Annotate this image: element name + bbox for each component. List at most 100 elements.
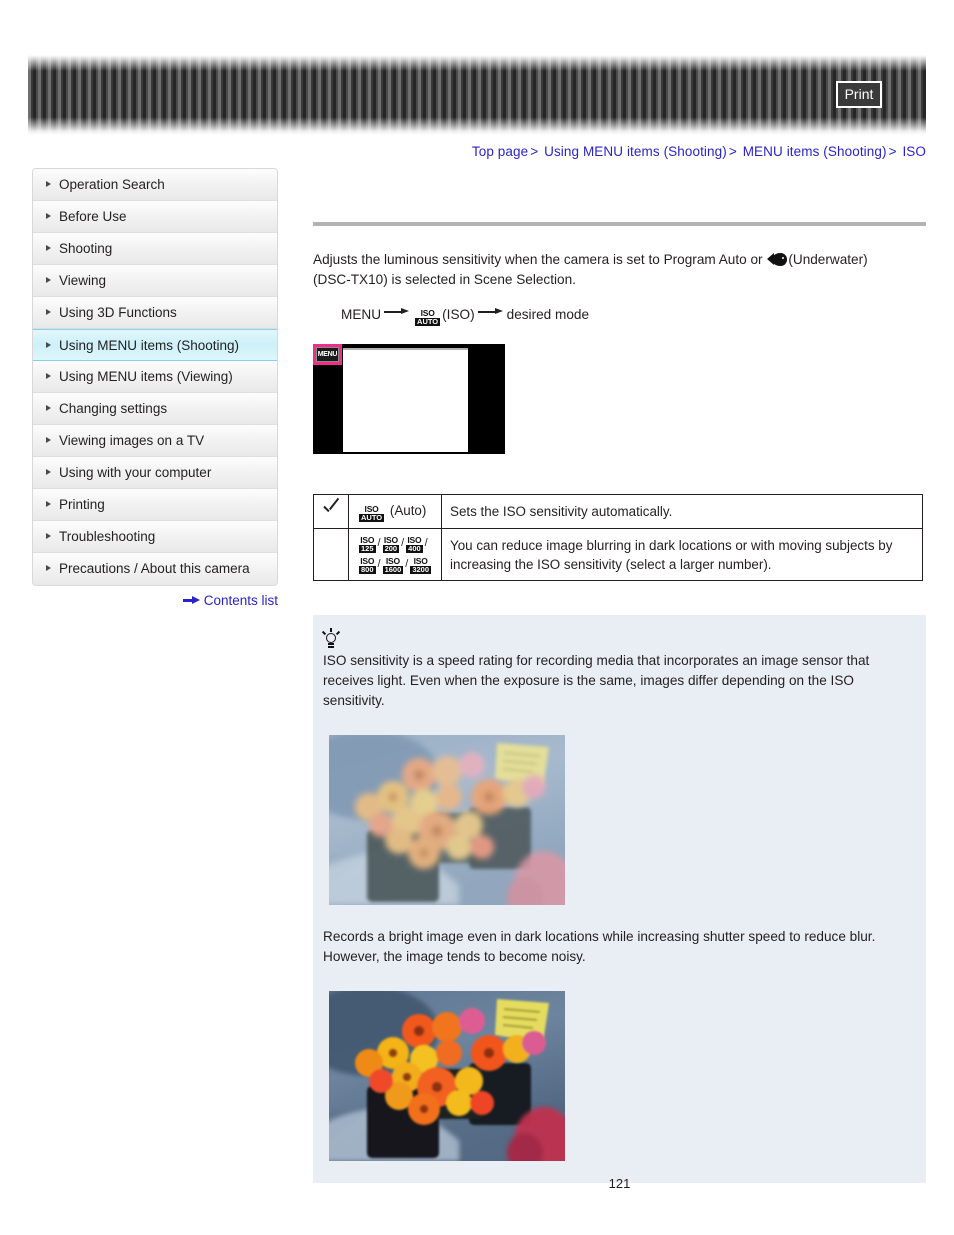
sidebar-item-shooting[interactable]: Shooting <box>33 233 277 265</box>
sidebar-item-label: Troubleshooting <box>59 529 156 544</box>
iso-badge-bottom: AUTO <box>359 513 385 522</box>
iso-badge-bottom: 125 <box>359 544 376 553</box>
check-icon <box>322 501 340 517</box>
iso-options-table: ISO AUTO (Auto) Sets the ISO sensitivity … <box>313 494 923 581</box>
sidebar-item-label: Viewing <box>59 273 107 288</box>
sidebar-item-label: Operation Search <box>59 177 165 192</box>
table-row: ISO 125/ISO 200/ISO 400/ ISO 800/ISO 1600/ISO… <box>313 528 923 581</box>
sidebar-item-using-menu-items-viewing[interactable]: Using MENU items (Viewing) <box>33 361 277 393</box>
table-cell-icon: ISO AUTO (Auto) <box>347 494 443 529</box>
chevron-right-icon <box>46 565 51 571</box>
sidebar-item-label: Viewing images on a TV <box>59 433 205 448</box>
sidebar-item-label: Using with your computer <box>59 465 212 480</box>
intro-text-part1: Adjusts the luminous sensitivity when th… <box>313 252 763 267</box>
sidebar-item-before-use[interactable]: Before Use <box>33 201 277 233</box>
iso-badge-top: ISO <box>413 555 428 566</box>
main-content: Adjusts the luminous sensitivity when th… <box>313 160 926 1183</box>
menu-path-instruction: MENU ISO AUTO (ISO) desired mode <box>313 304 926 326</box>
iso-badge-bottom: 400 <box>406 544 423 553</box>
iso-badge-bottom: 800 <box>359 565 376 574</box>
sidebar-item-label: Using MENU items (Viewing) <box>59 369 233 384</box>
print-button[interactable]: Print <box>836 81 882 108</box>
chevron-right-icon <box>46 469 51 475</box>
sidebar-item-operation-search[interactable]: Operation Search <box>33 169 277 201</box>
tip-box: ISO sensitivity is a speed rating for re… <box>313 615 926 1183</box>
iso-badge-bottom: AUTO <box>415 317 441 326</box>
sidebar-item-viewing[interactable]: Viewing <box>33 265 277 297</box>
flower-photo-soft <box>329 735 565 905</box>
iso-badge-top: ISO <box>360 534 375 545</box>
chevron-right-icon <box>46 437 51 443</box>
sidebar-item-using-menu-items-shooting[interactable]: Using MENU items (Shooting) <box>33 329 277 361</box>
chevron-right-icon <box>46 181 51 187</box>
chevron-right-icon <box>46 533 51 539</box>
sample-photo-low-iso <box>329 735 565 905</box>
sidebar-item-viewing-images-on-a-tv[interactable]: Viewing images on a TV <box>33 425 277 457</box>
sidebar-item-label: Shooting <box>59 241 113 256</box>
iso-auto-icon: ISO AUTO <box>359 503 385 522</box>
chevron-right-icon <box>46 277 51 283</box>
sidebar-item-label: Using 3D Functions <box>59 305 177 320</box>
iso-badge-top: ISO <box>360 555 375 566</box>
iso-values-line-2: ISO 800/ISO 1600/ISO 3200 <box>357 556 433 574</box>
breadcrumb-sep-0: > <box>530 144 539 159</box>
iso-3200-icon: ISO 3200 <box>410 555 432 574</box>
intro-text-part2: (DSC-TX10) is selected in Scene Selectio… <box>313 272 576 287</box>
page-number: 121 <box>608 1176 631 1191</box>
flower-photo-sharp <box>329 991 565 1161</box>
table-row: ISO AUTO (Auto) Sets the ISO sensitivity … <box>313 494 923 529</box>
table-cell-checkmark <box>313 494 349 529</box>
contents-list-link[interactable]: Contents list <box>32 592 278 608</box>
iso-badge-top: ISO <box>385 555 400 566</box>
sidebar-item-using-with-your-computer[interactable]: Using with your computer <box>33 457 277 489</box>
arrow-right-icon <box>384 307 410 317</box>
camera-screen-area <box>343 348 468 452</box>
iso-badge-bottom: 3200 <box>410 565 432 574</box>
iso-200-icon: ISO 200 <box>382 535 400 553</box>
chevron-right-icon <box>46 309 51 315</box>
sidebar-item-label: Printing <box>59 497 105 512</box>
table-cell-icon: ISO 125/ISO 200/ISO 400/ ISO 800/ISO 1600/ISO… <box>347 528 443 581</box>
slash-separator: / <box>377 558 381 570</box>
sidebar-item-troubleshooting[interactable]: Troubleshooting <box>33 521 277 553</box>
iso-800-icon: ISO 800 <box>359 555 376 574</box>
table-cell-checkmark <box>313 528 349 581</box>
contents-list-label: Contents list <box>203 592 278 608</box>
iso-badge-top: ISO <box>407 534 422 545</box>
sidebar-item-precautions-about-this-camera[interactable]: Precautions / About this camera <box>33 553 277 585</box>
intro-icon-label: (Underwater) <box>788 252 868 267</box>
iso-400-icon: ISO 400 <box>406 534 423 553</box>
sidebar-item-printing[interactable]: Printing <box>33 489 277 521</box>
iso-1600-icon: ISO 1600 <box>382 555 404 574</box>
iso-125-icon: ISO 125 <box>359 534 376 553</box>
breadcrumb-item-2[interactable]: MENU items (Shooting) <box>743 144 887 159</box>
breadcrumb-item-1[interactable]: Using MENU items (Shooting) <box>544 144 727 159</box>
sidebar-item-using-3d-functions[interactable]: Using 3D Functions <box>33 297 277 329</box>
sidebar-nav: Operation Search Before Use Shooting Vie… <box>32 168 278 586</box>
section-divider <box>313 222 926 226</box>
slash-separator: / <box>424 537 428 549</box>
sidebar-item-label: Changing settings <box>59 401 168 416</box>
fish-underwater-icon <box>767 253 788 266</box>
iso-auto-icon: ISO AUTO <box>415 307 441 326</box>
iso-badge-top: ISO <box>420 307 435 318</box>
breadcrumb-item-0[interactable]: Top page <box>472 144 528 159</box>
slash-separator: / <box>377 537 381 549</box>
chevron-right-icon <box>46 342 51 348</box>
sidebar-item-label: Precautions / About this camera <box>59 561 250 576</box>
sidebar-item-label: Using MENU items (Shooting) <box>59 338 240 353</box>
iso-auto-label: (Auto) <box>389 503 427 518</box>
photo-caption: Records a bright image even in dark loca… <box>323 929 876 964</box>
table-cell-description: Sets the ISO sensitivity automatically. <box>441 494 923 529</box>
tip-description: ISO sensitivity is a speed rating for re… <box>323 653 870 708</box>
slash-separator: / <box>401 537 405 549</box>
chevron-right-icon <box>46 405 51 411</box>
menu-path-start: MENU <box>341 307 382 322</box>
camera-screen-illustration: MENU <box>313 344 505 454</box>
header-banner: Print <box>28 55 926 135</box>
iso-badge-top: ISO <box>364 503 379 514</box>
slash-separator: / <box>405 558 409 570</box>
breadcrumb-sep-2: > <box>888 144 897 159</box>
breadcrumb: Top page > Using MENU items (Shooting) > M… <box>472 144 926 159</box>
sidebar-item-changing-settings[interactable]: Changing settings <box>33 393 277 425</box>
